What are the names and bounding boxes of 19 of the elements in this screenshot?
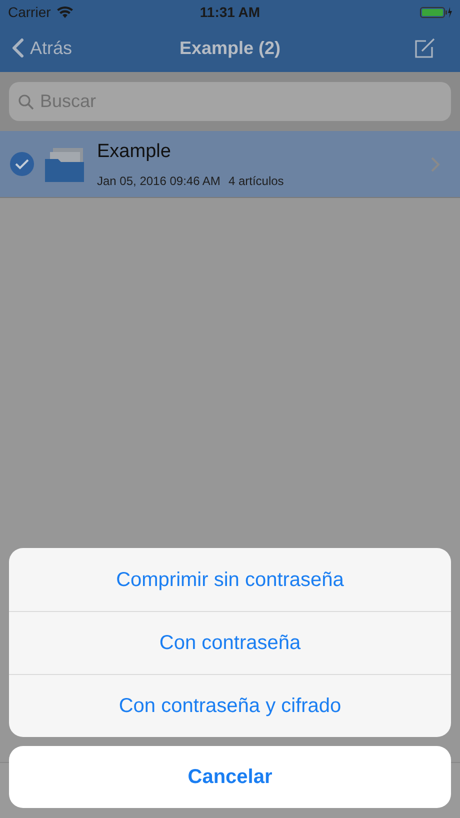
wifi-icon bbox=[56, 6, 73, 18]
action-option[interactable]: Con contraseña y cifrado bbox=[9, 674, 451, 737]
folder-icon bbox=[44, 145, 86, 183]
chevron-icon bbox=[431, 156, 440, 172]
nav-title: Example (2) bbox=[179, 36, 281, 60]
battery-icon bbox=[420, 6, 452, 18]
file-date: Jan 05, 2016 09:46 AM bbox=[97, 173, 220, 190]
action-option[interactable]: Comprimir sin contraseña bbox=[9, 548, 451, 611]
back-button[interactable]: Atrás bbox=[12, 34, 122, 62]
status-time: 11:31 AM bbox=[200, 2, 260, 22]
item-count: 4 artículos bbox=[228, 173, 284, 190]
carrier-label: Carrier bbox=[8, 2, 51, 22]
back-chevron-icon bbox=[12, 38, 24, 58]
cancel-button[interactable]: Cancelar bbox=[9, 746, 451, 808]
search-icon bbox=[18, 94, 34, 110]
file-row[interactable]: Example Jan 05, 2016 09:46 AM 4 artículos bbox=[0, 131, 460, 198]
action-option[interactable]: Con contraseña bbox=[9, 611, 451, 674]
compose-icon[interactable] bbox=[414, 37, 436, 59]
file-name: Example bbox=[97, 140, 172, 164]
